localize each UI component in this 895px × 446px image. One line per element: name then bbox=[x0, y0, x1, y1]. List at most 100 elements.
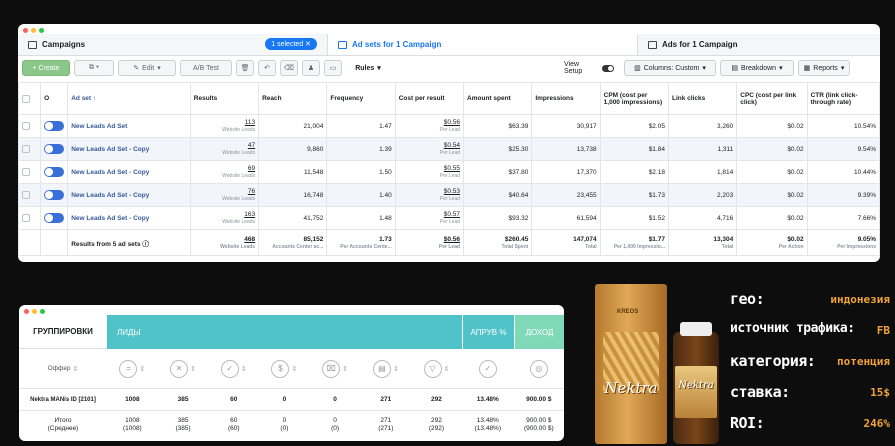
col-header[interactable]: Amount spent bbox=[463, 82, 533, 115]
row-toggle[interactable] bbox=[40, 160, 69, 184]
reports-dropdown[interactable]: ▦ Reports ▾ bbox=[798, 60, 850, 76]
trash-icon[interactable]: ⌧ ⇕ bbox=[310, 349, 361, 388]
table-cell: 1.73 Per Accounts Cente... bbox=[326, 229, 396, 256]
table-cell: $2.18 bbox=[599, 160, 669, 184]
selected-badge[interactable]: 1 selected ✕ bbox=[265, 38, 317, 50]
edit-button[interactable]: ✎ Edit ▾ bbox=[118, 60, 176, 76]
preview-icon[interactable]: ▭ bbox=[324, 60, 342, 76]
table-cell: $2.05 bbox=[599, 114, 669, 138]
col-header[interactable]: CTR (link click-through rate) bbox=[806, 82, 880, 115]
check-icon[interactable]: ✓ ⇕ bbox=[208, 349, 259, 388]
row-toggle[interactable] bbox=[40, 183, 69, 207]
audience-icon[interactable]: ♟ bbox=[302, 60, 320, 76]
results-cell: 113 Website Leads bbox=[189, 114, 260, 138]
maximize-dot[interactable] bbox=[40, 309, 45, 314]
col-header[interactable]: Cost per result bbox=[394, 82, 465, 115]
table-row[interactable]: New Leads Ad Set - Copy 163 Website Leads 4… bbox=[18, 206, 880, 230]
table-cell: 1.48 bbox=[326, 206, 396, 230]
filter-icon[interactable]: ▽ ⇕ bbox=[411, 349, 462, 388]
row-toggle[interactable] bbox=[40, 114, 69, 138]
tab-campaigns[interactable]: Campaigns 1 selected ✕ bbox=[18, 34, 328, 55]
tab-adsets[interactable]: Ad sets for 1 Campaign bbox=[328, 34, 638, 55]
table-row[interactable]: New Leads Ad Set 113 Website Leads 21,004 1.… bbox=[18, 114, 880, 138]
adset-name-link[interactable]: New Leads Ad Set - Copy bbox=[67, 160, 191, 184]
checkbox-icon bbox=[22, 122, 30, 130]
col-header[interactable]: Impressions bbox=[531, 82, 601, 115]
ab-test-button[interactable]: A/B Test bbox=[180, 60, 232, 76]
reports-icon: ▦ bbox=[803, 65, 811, 72]
adset-name-link[interactable]: New Leads Ad Set bbox=[67, 114, 191, 138]
duplicate-button[interactable]: ⧉ ▾ bbox=[74, 60, 114, 76]
row-checkbox[interactable] bbox=[18, 183, 42, 207]
rules-dropdown[interactable]: Rules ▾ bbox=[346, 60, 390, 76]
checkbox-icon bbox=[22, 94, 30, 103]
row-toggle[interactable] bbox=[40, 206, 69, 230]
view-setup-toggle[interactable]: View Setup bbox=[558, 60, 620, 76]
delete-icon[interactable]: 🗑 bbox=[236, 60, 254, 76]
status-icon[interactable]: = ⇕ bbox=[107, 349, 158, 388]
checkbox-icon bbox=[22, 168, 30, 176]
cpr-cell: $0.53 Per Lead bbox=[394, 183, 465, 207]
campaign-stats: гео: индонезия источник трафика: FB катего… bbox=[730, 284, 890, 446]
archive-icon[interactable]: ▤ ⇕ bbox=[360, 349, 411, 388]
leads-header: ЛИДЫ bbox=[107, 315, 462, 349]
table-cell: $63.39 bbox=[463, 114, 533, 138]
offer-sort[interactable]: Оффер ⇕ bbox=[19, 349, 107, 388]
row-checkbox[interactable] bbox=[18, 137, 42, 161]
row-toggle[interactable] bbox=[40, 137, 69, 161]
table-cell: $93.32 bbox=[463, 206, 533, 230]
tab-ads[interactable]: Ads for 1 Campaign bbox=[638, 34, 880, 55]
reject-icon[interactable]: ✕ ⇕ bbox=[158, 349, 209, 388]
row-checkbox[interactable] bbox=[18, 160, 42, 184]
results-cell: 76 Website Leads bbox=[189, 183, 260, 207]
col-header[interactable]: CPM (cost per 1,000 impressions) bbox=[599, 82, 669, 115]
maximize-dot[interactable] bbox=[39, 28, 44, 33]
table-row[interactable]: New Leads Ad Set - Copy 47 Website Leads 9,… bbox=[18, 137, 880, 161]
grid-icon bbox=[338, 40, 347, 49]
table-cell: $1.84 bbox=[599, 137, 669, 161]
minimize-dot[interactable] bbox=[31, 28, 36, 33]
results-cell: 47 Website Leads bbox=[189, 137, 260, 161]
table-cell: 9,860 bbox=[258, 137, 328, 161]
close-dot[interactable] bbox=[24, 309, 29, 314]
row-checkbox[interactable] bbox=[18, 206, 42, 230]
undo-icon[interactable]: ↶ bbox=[258, 60, 276, 76]
table-cell: 1,311 bbox=[667, 137, 738, 161]
stat-traffic-source: источник трафика: FB bbox=[730, 321, 890, 337]
close-dot[interactable] bbox=[23, 28, 28, 33]
groupings-label[interactable]: ГРУППИРОВКИ bbox=[19, 315, 107, 349]
trash-icon[interactable]: ⌫ bbox=[280, 60, 298, 76]
select-all[interactable] bbox=[18, 82, 42, 115]
col-header[interactable]: Ad set ↑ bbox=[67, 82, 191, 115]
adset-name-link[interactable]: New Leads Ad Set - Copy bbox=[67, 137, 191, 161]
adset-name-link[interactable]: New Leads Ad Set - Copy bbox=[67, 206, 191, 230]
totals-label: Results from 5 ad sets ⓘ bbox=[67, 229, 191, 256]
columns-dropdown[interactable]: ▥ Columns: Custom ▾ bbox=[624, 60, 716, 76]
info-icon[interactable]: ⓘ bbox=[142, 241, 149, 248]
table-row[interactable]: New Leads Ad Set - Copy 76 Website Leads 16… bbox=[18, 183, 880, 207]
col-header[interactable]: Frequency bbox=[326, 82, 396, 115]
col-header[interactable]: Link clicks bbox=[667, 82, 738, 115]
ad-icon bbox=[648, 40, 657, 49]
table-cell: 1,814 bbox=[667, 160, 738, 184]
col-header[interactable]: Results bbox=[189, 82, 260, 115]
dollar-icon[interactable]: $ ⇕ bbox=[259, 349, 310, 388]
adset-name-link[interactable]: New Leads Ad Set - Copy bbox=[67, 183, 191, 207]
create-button[interactable]: + Create bbox=[22, 60, 70, 76]
cpr-cell: $0.55 Per Lead bbox=[394, 160, 465, 184]
breakdown-dropdown[interactable]: ▤ Breakdown ▾ bbox=[720, 60, 794, 76]
col-header[interactable]: CPC (cost per link click) bbox=[736, 82, 808, 115]
col-header[interactable]: Reach bbox=[258, 82, 328, 115]
toggle-col-header: O bbox=[40, 82, 69, 115]
product-image: KREOS Nektra Nektra bbox=[595, 284, 730, 446]
table-row[interactable]: New Leads Ad Set - Copy 69 Website Leads 11… bbox=[18, 160, 880, 184]
approve-header: АПРУВ % bbox=[462, 315, 514, 349]
minimize-dot[interactable] bbox=[32, 309, 37, 314]
pencil-icon: ✎ bbox=[133, 65, 140, 72]
row-checkbox[interactable] bbox=[18, 114, 42, 138]
coins-icon[interactable]: ◎ bbox=[514, 349, 564, 388]
window-controls bbox=[24, 309, 45, 314]
table-cell: $0.02 bbox=[736, 137, 808, 161]
cpr-cell: $0.57 Per Lead bbox=[394, 206, 465, 230]
approve-gauge-icon[interactable]: ✓ bbox=[462, 349, 514, 388]
